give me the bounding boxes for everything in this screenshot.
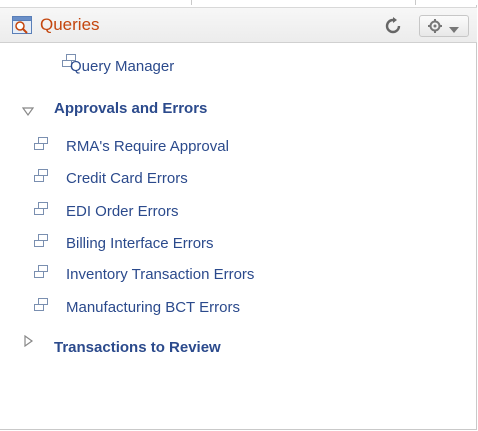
query-manager-label: Query Manager [70, 58, 175, 75]
link-icon [34, 202, 48, 216]
list-item-label: Credit Card Errors [66, 170, 188, 187]
section-approvals-and-errors[interactable]: Approvals and Errors [54, 100, 207, 118]
pagelet-header: Queries [0, 7, 477, 43]
gear-icon [428, 19, 442, 38]
tab-divider [0, 0, 192, 5]
query-icon [12, 16, 32, 34]
list-item-label: EDI Order Errors [66, 203, 179, 220]
list-item-label: Inventory Transaction Errors [66, 266, 255, 283]
pagelet-title: Queries [40, 15, 100, 34]
pagelet-options-button[interactable] [419, 15, 469, 37]
top-tab-strip [0, 0, 477, 5]
link-icon [34, 137, 48, 151]
refresh-icon[interactable] [384, 17, 402, 35]
list-item[interactable]: RMA's Require Approval [34, 137, 334, 157]
list-item[interactable]: EDI Order Errors [34, 202, 334, 222]
list-item[interactable]: Credit Card Errors [34, 169, 334, 189]
list-item[interactable]: Manufacturing BCT Errors [34, 298, 354, 318]
list-item-label: RMA's Require Approval [66, 138, 229, 155]
collapse-triangle-icon[interactable] [21, 104, 35, 122]
list-item-label: Billing Interface Errors [66, 235, 214, 252]
list-item[interactable]: Billing Interface Errors [34, 234, 334, 254]
expand-triangle-icon[interactable] [24, 334, 34, 352]
queries-pagelet: Queries Query Manager Approvals and Erro… [0, 0, 477, 430]
chevron-down-icon [449, 21, 459, 39]
link-icon [34, 234, 48, 248]
tab-divider [192, 0, 416, 5]
link-icon [34, 169, 48, 183]
list-item[interactable]: Inventory Transaction Errors [34, 265, 354, 285]
link-icon [34, 298, 48, 312]
query-manager-link[interactable]: Query Manager [42, 54, 272, 75]
link-icon [34, 265, 48, 279]
list-item-label: Manufacturing BCT Errors [66, 299, 240, 316]
section-transactions-to-review[interactable]: Transactions to Review [54, 339, 221, 357]
